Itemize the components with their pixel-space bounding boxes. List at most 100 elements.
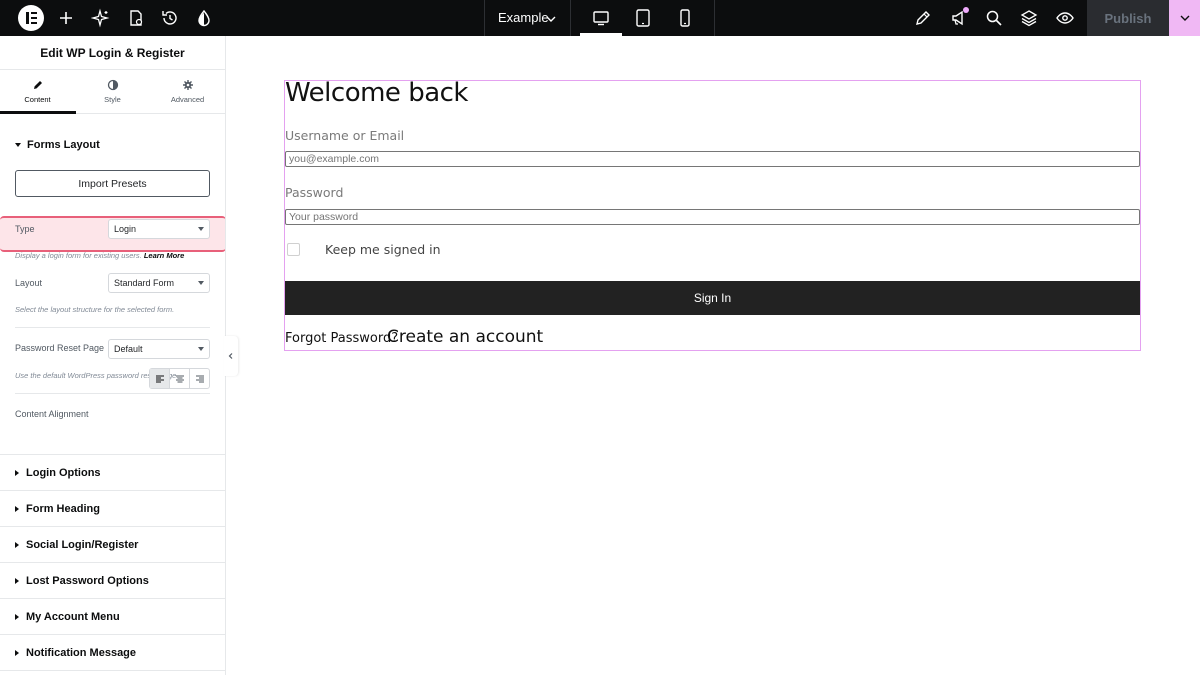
section-divider — [0, 670, 225, 671]
content-alignment-label: Content Alignment — [15, 409, 89, 419]
caret-right-icon — [15, 506, 19, 512]
active-tab-indicator — [0, 111, 76, 114]
collapse-panel-handle[interactable] — [224, 336, 238, 376]
divider — [570, 0, 571, 36]
forgot-password-link[interactable]: Forgot Password? — [285, 331, 398, 346]
section-divider — [0, 598, 225, 599]
history-icon[interactable] — [160, 8, 180, 28]
form-heading: Welcome back — [285, 78, 468, 108]
layout-select[interactable]: Standard Form — [108, 273, 210, 293]
divider — [484, 0, 485, 36]
caret-right-icon — [15, 650, 19, 656]
tab-label: Style — [104, 95, 121, 104]
section-forms-layout[interactable]: Forms Layout — [15, 139, 100, 151]
caret-down-icon — [15, 143, 21, 147]
section-title: Form Heading — [26, 503, 100, 515]
preview-eye-icon[interactable] — [1055, 8, 1075, 28]
password-reset-value: Default — [114, 344, 143, 354]
chevron-down-icon — [1180, 15, 1189, 21]
section-login-options[interactable]: Login Options — [15, 467, 101, 479]
remember-me-checkbox[interactable] — [287, 243, 300, 256]
separator — [15, 327, 210, 328]
caret-down-icon — [198, 227, 204, 231]
layout-select-value: Standard Form — [114, 278, 175, 288]
section-social-login[interactable]: Social Login/Register — [15, 539, 138, 551]
publish-options-button[interactable] — [1169, 0, 1200, 36]
section-notification-message[interactable]: Notification Message — [15, 647, 136, 659]
remember-me-label[interactable]: Keep me signed in — [325, 242, 441, 257]
elementor-logo-icon[interactable] — [18, 5, 44, 31]
tab-content[interactable]: Content — [0, 70, 75, 113]
type-select[interactable]: Login — [108, 219, 210, 239]
layout-description: Select the layout structure for the sele… — [15, 305, 175, 314]
section-title: Lost Password Options — [26, 575, 149, 587]
section-divider — [0, 454, 225, 455]
align-left-icon — [155, 375, 164, 382]
caret-down-icon — [198, 347, 204, 351]
align-right-button[interactable] — [189, 369, 209, 388]
editor-panel: Edit WP Login & Register Content Style A… — [0, 36, 226, 675]
username-input[interactable] — [285, 151, 1140, 167]
align-center-button[interactable] — [169, 369, 189, 388]
caret-right-icon — [15, 542, 19, 548]
caret-down-icon — [198, 281, 204, 285]
section-title: Notification Message — [26, 647, 137, 659]
add-icon[interactable] — [56, 8, 76, 28]
section-title: My Account Menu — [26, 611, 120, 623]
create-account-link[interactable]: Create an account — [387, 327, 543, 347]
content-alignment-control — [149, 368, 210, 389]
panel-tabs: Content Style Advanced — [0, 70, 225, 114]
caret-right-icon — [15, 614, 19, 620]
password-label: Password — [285, 185, 344, 200]
mobile-icon[interactable] — [675, 8, 695, 28]
caret-right-icon — [15, 470, 19, 476]
align-left-button[interactable] — [150, 369, 169, 388]
section-form-heading[interactable]: Form Heading — [15, 503, 100, 515]
type-description: Display a login form for existing users.… — [15, 251, 184, 260]
import-presets-button[interactable]: Import Presets — [15, 170, 210, 197]
search-icon[interactable] — [984, 8, 1004, 28]
structure-layers-icon[interactable] — [1019, 8, 1039, 28]
password-reset-select[interactable]: Default — [108, 339, 210, 359]
style-drop-icon[interactable] — [194, 8, 214, 28]
section-divider — [0, 490, 225, 491]
ai-sparkle-icon[interactable] — [91, 8, 111, 28]
type-description-text: Display a login form for existing users. — [15, 251, 142, 260]
layout-label: Layout — [15, 278, 43, 288]
publish-button[interactable]: Publish — [1087, 0, 1169, 36]
divider — [714, 0, 715, 36]
section-my-account-menu[interactable]: My Account Menu — [15, 611, 120, 623]
page-settings-icon[interactable] — [126, 8, 146, 28]
site-name-dropdown[interactable]: Example — [498, 10, 549, 25]
tablet-icon[interactable] — [633, 8, 653, 28]
edit-pen-icon[interactable] — [913, 8, 933, 28]
sign-in-button[interactable]: Sign In — [285, 281, 1140, 315]
gear-icon — [182, 79, 194, 91]
notification-dot — [963, 7, 969, 13]
type-label: Type — [15, 224, 35, 234]
separator — [15, 393, 210, 394]
chevron-down-icon[interactable] — [545, 12, 557, 24]
caret-right-icon — [15, 578, 19, 584]
tab-label: Advanced — [170, 95, 205, 104]
top-bar: Example Publish — [0, 0, 1200, 36]
tab-label: Content — [24, 95, 51, 104]
password-input[interactable] — [285, 209, 1140, 225]
tab-advanced[interactable]: Advanced — [150, 70, 225, 113]
section-lost-password[interactable]: Lost Password Options — [15, 575, 149, 587]
section-title: Forms Layout — [27, 139, 100, 151]
password-reset-label: Password Reset Page — [15, 343, 105, 353]
half-circle-icon — [107, 79, 119, 91]
pencil-icon — [32, 79, 44, 91]
section-divider — [0, 526, 225, 527]
panel-title: Edit WP Login & Register — [0, 36, 225, 70]
section-divider — [0, 562, 225, 563]
align-right-icon — [195, 375, 204, 382]
section-divider — [0, 634, 225, 635]
desktop-icon[interactable] — [591, 8, 611, 28]
type-select-value: Login — [114, 224, 137, 234]
section-title: Login Options — [26, 467, 101, 479]
learn-more-link[interactable]: Learn More — [144, 251, 184, 260]
tab-style[interactable]: Style — [75, 70, 150, 113]
section-title: Social Login/Register — [26, 539, 139, 551]
